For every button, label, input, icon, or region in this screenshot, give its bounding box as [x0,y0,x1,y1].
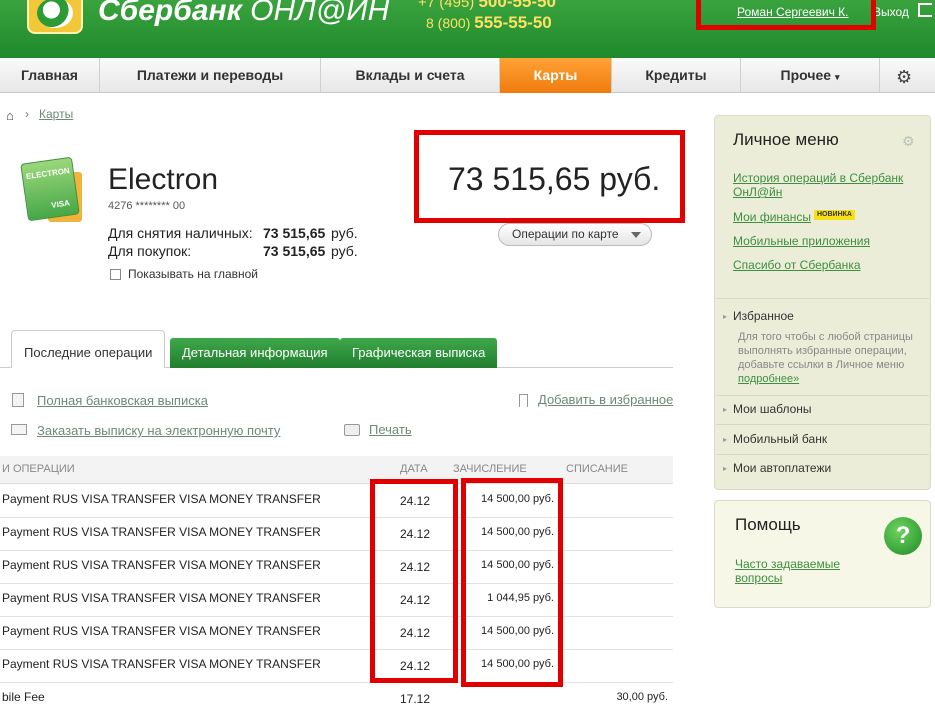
logout-icon[interactable] [918,3,932,17]
panel-divider [716,298,929,299]
col-credit[interactable]: Зачисление [453,463,527,475]
card-image-label: ELECTRON [25,166,71,182]
chevron-down-icon: ▾ [834,72,840,82]
nav-deposits[interactable]: Вклады и счета [321,58,500,93]
cash-currency: руб. [331,225,358,241]
sberbank-logo[interactable] [27,0,83,34]
faq-link[interactable]: Часто задаваемые вопросы [735,557,865,585]
row-divider [0,616,673,617]
phone-russia: 8 (800) 555-55-50 [426,13,552,32]
row-date: 17.12 [399,692,431,706]
col-description[interactable]: и операции [2,463,75,475]
panel-divider [716,395,929,396]
show-on-main-checkbox[interactable] [110,269,121,280]
highlight-dates [370,479,458,683]
row-divider [0,517,673,518]
highlight-user [696,0,876,30]
expand-arrow-icon: ▸ [723,435,728,444]
my-templates-item[interactable]: Мои шаблоны [733,402,812,416]
logout-link[interactable]: Выход [873,5,909,19]
breadcrumb-cards[interactable]: Карты [39,107,73,121]
nav-cards[interactable]: Карты [500,58,612,93]
bookmark-icon [519,394,528,407]
purchase-currency: руб. [331,243,358,259]
cash-value: 73 515,65 [263,225,326,241]
row-description: Payment RUS VISA TRANSFER VISA MONEY TRA… [2,492,321,506]
tab-graphic-statement[interactable]: Графическая выписка [340,338,498,368]
row-description: Payment RUS VISA TRANSFER VISA MONEY TRA… [2,525,321,539]
add-favorite-link[interactable]: Добавить в избранное [538,392,673,407]
nav-home[interactable]: Главная [0,58,100,93]
nav-credits[interactable]: Кредиты [612,58,741,93]
panel-settings-icon[interactable]: ⚙ [902,133,915,150]
history-link[interactable]: История операций в Сбербанк ОнЛ@йн [733,171,918,199]
card-title: Electron [108,163,219,196]
row-divider [0,550,673,551]
mobile-apps-link[interactable]: Мобильные приложения [733,234,870,248]
mobile-bank-item[interactable]: Мобильный банк [733,432,827,446]
card-operations-button[interactable]: Операции по карте [498,223,652,246]
help-question-icon[interactable]: ? [884,517,922,555]
expand-arrow-icon: ▸ [723,405,728,414]
cash-label: Для снятия наличных: [108,225,253,241]
autopayments-item[interactable]: Мои автоплатежи [733,461,831,475]
row-divider [0,649,673,650]
document-icon [12,393,24,407]
row-description: Payment RUS VISA TRANSFER VISA MONEY TRA… [2,591,321,605]
col-debit[interactable]: Списание [566,463,628,475]
main-nav: Главная Платежи и переводы Вклады и счет… [0,58,935,93]
settings-gear-icon[interactable]: ⚙ [896,67,912,88]
col-date[interactable]: Дата [400,463,428,475]
show-on-main-label[interactable]: Показывать на главной [128,267,258,281]
spasibo-link[interactable]: Спасибо от Сбербанка [733,258,861,272]
print-icon [344,424,360,436]
row-description: bile Fee [2,690,45,704]
row-debit: 30,00 руб. [616,691,668,703]
logo-mark-icon [37,0,73,28]
expand-arrow-icon: ▸ [723,312,728,321]
personal-menu-title: Личное меню [733,130,839,149]
highlight-balance [414,130,685,223]
purchase-balance-row: Для покупок: 73 515,65 руб. [108,243,358,259]
highlight-credits [461,478,563,687]
brand-name: Сбербанк ОНЛ@ЙН [98,0,390,27]
card-image-brand: VISA [50,198,71,210]
favorites-more-link[interactable]: подробнее» [738,373,799,385]
nav-payments[interactable]: Платежи и переводы [100,58,321,93]
expand-arrow-icon: ▸ [723,464,728,473]
row-divider [0,682,673,683]
row-divider [0,583,673,584]
nav-other[interactable]: Прочее ▾ [741,58,880,93]
favorites-item[interactable]: Избранное [733,309,794,323]
panel-divider [716,454,929,455]
purchase-value: 73 515,65 [263,243,326,259]
card-image: ELECTRON VISA [20,156,80,222]
print-link[interactable]: Печать [369,422,412,437]
row-description: Payment RUS VISA TRANSFER VISA MONEY TRA… [2,624,321,638]
panel-divider [716,424,929,425]
cash-balance-row: Для снятия наличных: 73 515,65 руб. [108,225,358,241]
tab-detailed-info[interactable]: Детальная информация [170,338,340,368]
favorites-description: Для того чтобы с любой страницы выполнят… [738,331,913,385]
row-description: Payment RUS VISA TRANSFER VISA MONEY TRA… [2,657,321,671]
full-statement-link[interactable]: Полная банковская выписка [37,393,208,408]
home-icon[interactable]: ⌂ [6,108,14,123]
phone-moscow: +7 (495) 500-55-50 [418,0,556,11]
my-finances-link[interactable]: Мои финансы [733,210,811,224]
purchase-label: Для покупок: [108,243,192,259]
mail-icon [11,424,27,435]
caret-down-icon [631,232,641,243]
new-badge: НОВИНКА [814,210,855,220]
help-title: Помощь [735,515,801,534]
breadcrumb-separator-icon: › [25,107,29,121]
email-statement-link[interactable]: Заказать выписку на электронную почту [37,423,280,438]
tab-recent-operations[interactable]: Последние операции [11,330,166,368]
row-description: Payment RUS VISA TRANSFER VISA MONEY TRA… [2,558,321,572]
card-number: 4276 ******** 00 [108,200,186,212]
